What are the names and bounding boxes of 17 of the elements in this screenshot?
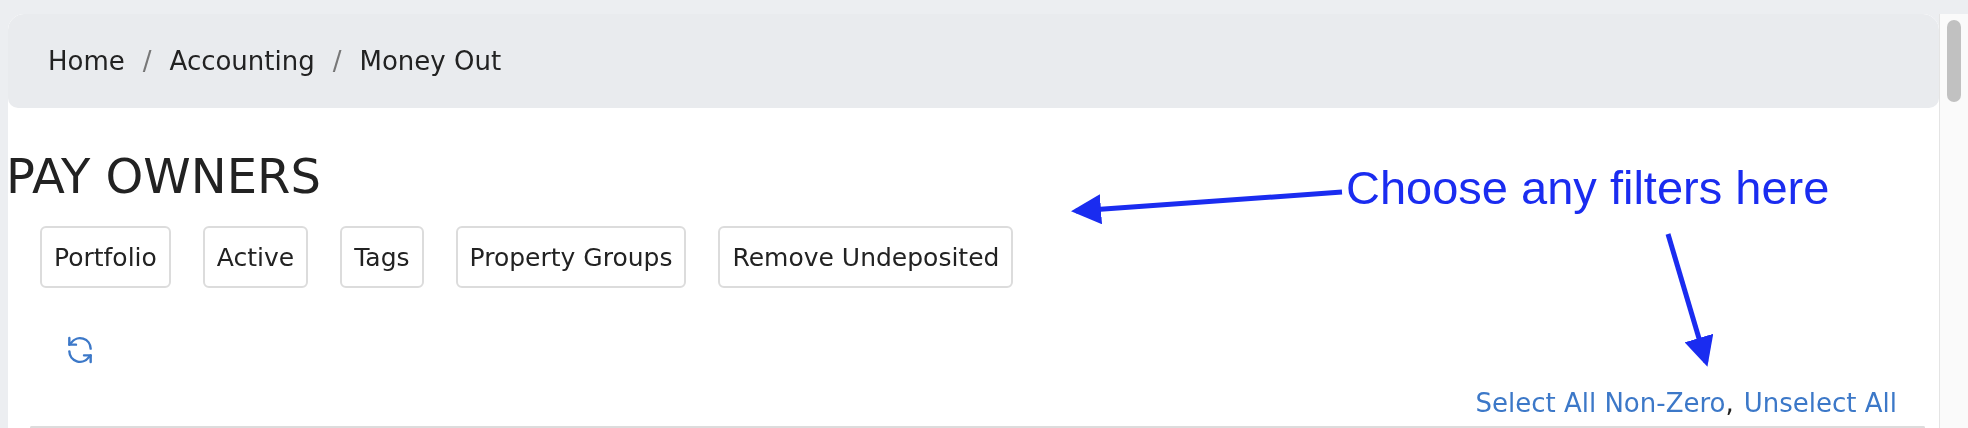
scrollbar-thumb[interactable] xyxy=(1947,20,1961,102)
filter-button[interactable]: Property Groups xyxy=(455,226,687,288)
filter-button[interactable]: Portfolio xyxy=(40,226,171,288)
breadcrumb-separator: / xyxy=(142,46,152,76)
page-title: PAY OWNERS xyxy=(8,152,321,200)
link-separator: , xyxy=(1725,388,1734,418)
filter-button[interactable]: Remove Undeposited xyxy=(718,226,1014,288)
breadcrumb-item[interactable]: Accounting xyxy=(169,46,315,76)
annotation-text: Choose any filters here xyxy=(1346,160,1830,215)
breadcrumb-item[interactable]: Money Out xyxy=(359,46,502,76)
breadcrumb-item[interactable]: Home xyxy=(48,46,125,76)
filter-button[interactable]: Active xyxy=(202,226,309,288)
selection-link[interactable]: Unselect All xyxy=(1743,388,1897,418)
filter-button[interactable]: Tags xyxy=(340,226,424,288)
scrollbar[interactable] xyxy=(1939,14,1968,428)
selection-link[interactable]: Select All Non-Zero xyxy=(1475,388,1726,418)
breadcrumb-separator: / xyxy=(332,46,342,76)
